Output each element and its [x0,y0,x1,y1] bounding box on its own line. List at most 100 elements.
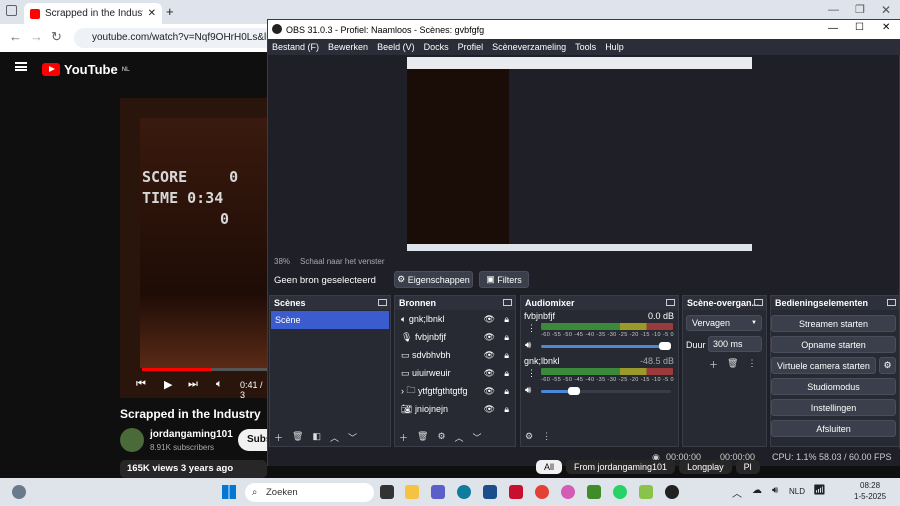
properties-button[interactable]: ⚙ Eigenschappen [394,271,473,288]
more-icon[interactable]: ⋮ [527,368,536,379]
speaker-icon[interactable]: 🔊︎ [525,340,531,351]
teams-icon[interactable] [431,485,445,499]
previous-icon[interactable]: ⏮ [136,378,146,391]
menu-icon[interactable] [15,62,27,71]
new-tab-icon[interactable]: + [166,4,174,19]
preview-canvas[interactable] [407,57,752,251]
settings-button[interactable]: Instellingen [771,399,896,416]
taskbar-search[interactable]: ⌕ Zoeken [245,483,374,502]
studio-mode-button[interactable]: Studiomodus [771,378,896,395]
menu-hulp[interactable]: Hulp [605,42,624,52]
language-indicator[interactable]: NLD [789,487,805,496]
source-item[interactable]: ▭ uiuirweuir 👁︎ 🔒︎ [395,364,515,382]
minimize-window-icon[interactable]: — [828,4,839,16]
filter-icon[interactable]: ◧ [312,431,321,444]
lock-icon[interactable]: 🔒︎ [504,350,509,361]
dock-icon[interactable] [378,299,387,306]
trash-icon[interactable]: 🗑︎ [292,431,303,444]
file-explorer-icon[interactable] [405,485,419,499]
source-group[interactable]: › 🗀 ytfgtfgthtgtfg 👁︎ 🔒︎ [395,382,515,400]
chip-longplay[interactable]: Longplay [679,460,732,474]
add-icon[interactable]: ＋ [274,431,283,444]
volume-slider[interactable] [541,342,671,350]
eye-icon[interactable]: 👁︎ [484,332,495,343]
lock-icon[interactable]: 🔒︎ [504,368,509,379]
start-virtual-camera-button[interactable]: Virtuele camera starten [771,357,876,374]
whatsapp-icon[interactable] [613,485,627,499]
lock-icon[interactable]: 🔒︎ [504,404,509,415]
up-icon[interactable]: ︿ [330,431,339,444]
widgets-icon[interactable] [12,485,26,499]
app-icon[interactable] [639,485,653,499]
virtual-camera-settings-button[interactable]: ⚙ [879,357,896,374]
eye-icon[interactable]: 👁︎ [484,404,495,415]
browser-tab[interactable]: Scrapped in the Industry - YouT ✕ [24,3,162,24]
source-item[interactable]: 🔈︎ gnk;lbnkl 👁︎ 🔒︎ [395,310,515,328]
play-icon[interactable]: ▶ [164,378,172,391]
clock-date[interactable]: 1-5-2025 [854,492,886,501]
gear-icon[interactable]: ⚙ [437,431,445,444]
filters-button[interactable]: ▣ Filters [479,271,529,288]
eye-icon[interactable]: 👁︎ [484,386,495,397]
obs-close-icon[interactable]: ✕ [882,22,890,33]
app-icon[interactable] [561,485,575,499]
clock-time[interactable]: 08:28 [860,481,880,490]
next-icon[interactable]: ⏭ [188,378,198,391]
speaker-icon[interactable]: 🔊︎ [525,385,531,396]
video-player[interactable]: ⏮ ▶ ⏭ 🔈︎ 0:41 / 3 [120,98,267,400]
menu-beeld[interactable]: Beeld (V) [377,42,415,52]
add-icon[interactable]: ＋ [709,358,718,371]
more-icon[interactable]: ⋮ [542,431,551,442]
channel-name[interactable]: jordangaming101 [150,429,233,440]
cloud-icon[interactable]: ☁ [752,485,762,496]
volume-icon[interactable]: 🔈︎ [216,378,223,391]
eye-icon[interactable]: 👁︎ [484,350,495,361]
source-item[interactable]: ▭ sdvbhvbh 👁︎ 🔒︎ [395,346,515,364]
more-icon[interactable]: ⋮ [747,358,756,371]
down-icon[interactable]: ﹀ [473,431,482,444]
transition-select[interactable]: Vervagen ▼ [686,315,762,331]
lock-icon[interactable]: 🔒︎ [504,332,509,343]
youtube-logo[interactable]: YouTube NL [42,62,130,77]
url-field[interactable]: youtube.com/watch?v=Nqf9OHrH0Ls&list=PLE… [74,28,274,48]
gear-icon[interactable]: ⚙ [525,431,533,442]
start-streaming-button[interactable]: Streamen starten [771,315,896,332]
task-view-icon[interactable] [380,485,394,499]
back-icon[interactable]: ← [9,29,22,44]
chip-all[interactable]: All [536,460,563,474]
up-icon[interactable]: ︿ [455,431,464,444]
reload-icon[interactable]: ↻ [51,29,62,45]
chip-channel[interactable]: From jordangaming101 [566,460,676,474]
add-icon[interactable]: ＋ [399,431,408,444]
exit-button[interactable]: Afsluiten [771,420,896,437]
forward-icon[interactable]: → [30,29,43,44]
channel-avatar[interactable] [120,428,144,452]
obs-minimize-icon[interactable]: — [828,23,838,34]
speaker-icon[interactable]: 🔊︎ [772,485,778,496]
obs-taskbar-icon[interactable] [665,485,679,499]
trash-icon[interactable]: 🗑︎ [727,358,738,371]
source-item[interactable]: 📷︎ jniojnejn 👁︎ 🔒︎ [395,400,515,418]
chrome-icon[interactable] [535,485,549,499]
menu-docks[interactable]: Docks [424,42,449,52]
dock-icon[interactable] [666,299,675,306]
start-icon[interactable] [222,485,236,499]
menu-sceneverzameling[interactable]: Scèneverzameling [492,42,566,52]
volume-slider[interactable] [541,387,671,395]
close-tab-icon[interactable]: ✕ [148,8,156,19]
lock-icon[interactable]: 🔒︎ [504,314,509,325]
chevron-up-icon[interactable]: ︿ [732,485,742,500]
eye-icon[interactable]: 👁︎ [484,314,495,325]
lock-icon[interactable]: 🔒︎ [504,386,509,397]
scene-item[interactable]: Scène [271,311,389,329]
dock-icon[interactable] [754,299,763,306]
duration-field[interactable]: 300 ms [708,336,762,352]
edge-icon[interactable] [457,485,471,499]
start-recording-button[interactable]: Opname starten [771,336,896,353]
trash-icon[interactable]: 🗑︎ [417,431,428,444]
menu-bestand[interactable]: Bestand (F) [272,42,319,52]
obs-maximize-icon[interactable]: ☐ [855,22,864,33]
minecraft-icon[interactable] [587,485,601,499]
eye-icon[interactable]: 👁︎ [484,368,495,379]
close-window-icon[interactable]: ✕ [881,3,891,17]
